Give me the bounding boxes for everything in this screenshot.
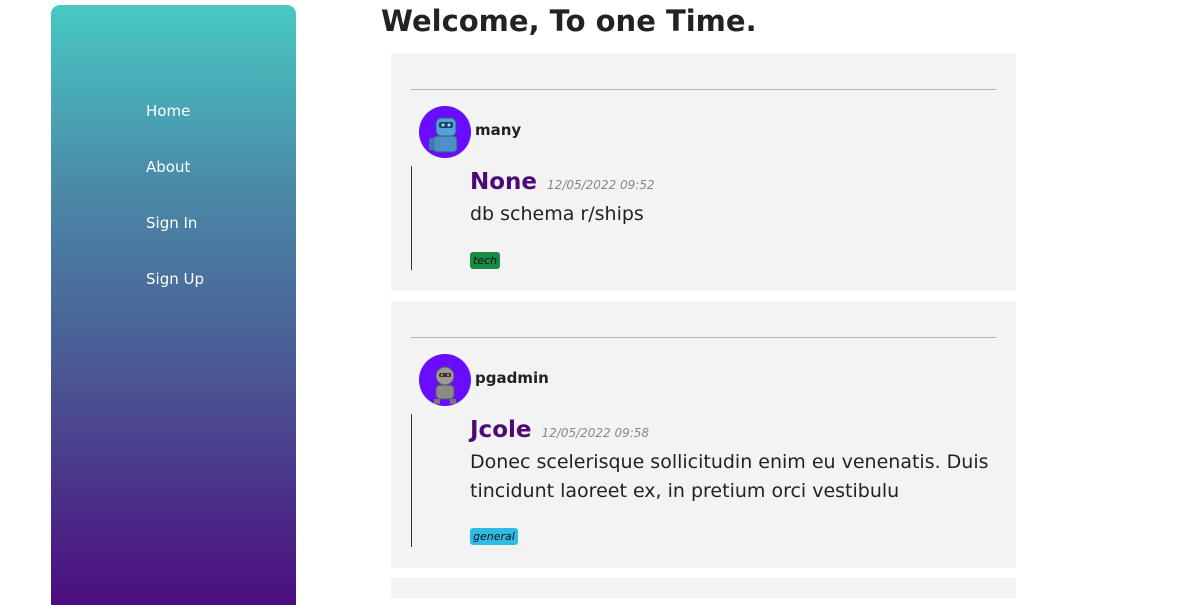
post-card: many None 12/05/2022 09:52 db schema r/s… [391, 53, 1016, 291]
post-author: None 12/05/2022 09:52 [470, 169, 655, 195]
post-timestamp: 12/05/2022 09:52 [547, 178, 655, 192]
post-author-name[interactable]: Jcole [470, 417, 531, 443]
post-tag[interactable]: general [470, 528, 518, 545]
page-title: Welcome, To one Time. [381, 4, 757, 38]
nav-sign-in-link[interactable]: Sign In [146, 214, 197, 232]
post-body: Donec scelerisque sollicitudin enim eu v… [470, 451, 989, 502]
post-username[interactable]: pgadmin [475, 369, 549, 387]
post-card: pgadmin Jcole 12/05/2022 09:58 Donec sce… [391, 301, 1016, 568]
post-body: db schema r/ships [470, 203, 644, 225]
nav-sign-up-link[interactable]: Sign Up [146, 270, 204, 288]
nav-home-link[interactable]: Home [146, 102, 190, 120]
post-card [391, 578, 1016, 598]
robot-gray-icon [419, 354, 471, 406]
robot-blue-icon [419, 106, 471, 158]
post-left-rule [411, 166, 412, 270]
post-tag[interactable]: tech [470, 252, 501, 269]
post-username[interactable]: many [475, 121, 521, 139]
post-author: Jcole 12/05/2022 09:58 [470, 417, 649, 443]
card-divider [411, 89, 996, 90]
nav-about-link[interactable]: About [146, 158, 190, 176]
post-author-name[interactable]: None [470, 169, 537, 195]
card-divider [411, 337, 996, 338]
user-avatar[interactable] [419, 354, 471, 406]
post-left-rule [411, 414, 412, 547]
user-avatar[interactable] [419, 106, 471, 158]
sidebar: Home About Sign In Sign Up [51, 5, 296, 605]
post-timestamp: 12/05/2022 09:58 [541, 426, 650, 440]
